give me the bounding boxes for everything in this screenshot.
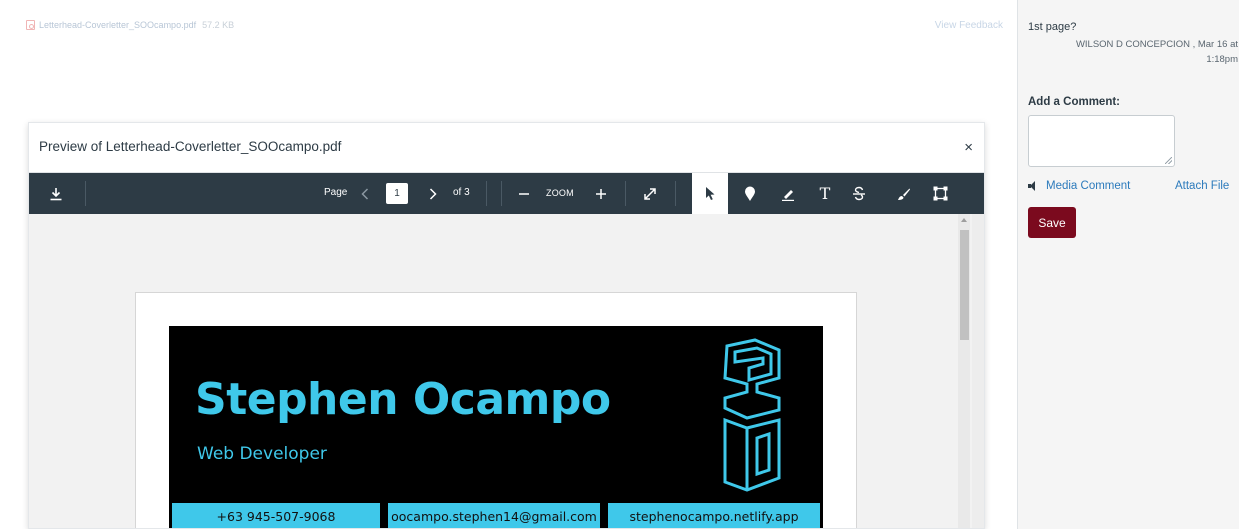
- highlight-pen-icon[interactable]: [779, 173, 797, 214]
- speaker-icon: [1028, 181, 1039, 191]
- toolbar-divider: [625, 181, 626, 206]
- so-logo-icon: [723, 338, 781, 492]
- toolbar-divider: [501, 181, 502, 206]
- outer-scrollbar[interactable]: [972, 214, 984, 528]
- expand-icon[interactable]: [641, 173, 659, 214]
- page-count: of 3: [453, 187, 470, 198]
- zoom-label: ZOOM: [546, 188, 574, 198]
- zoom-in-icon[interactable]: [594, 173, 608, 214]
- contact-phone: +63 945-507-9068: [172, 503, 380, 528]
- pdf-page: Stephen Ocampo Web Developer +63 945-507…: [135, 292, 857, 528]
- letterhead-banner: Stephen Ocampo Web Developer: [169, 326, 823, 500]
- comment-time: 1:18pm: [1206, 54, 1238, 65]
- contact-website: stephenocampo.netlify.app: [608, 503, 820, 528]
- preview-modal: Preview of Letterhead-Coverletter_SOOcam…: [28, 122, 985, 529]
- submission-file: Letterhead-Coverletter_SOOcampo.pdf 57.2…: [26, 20, 234, 30]
- pointer-icon: [706, 187, 715, 200]
- pdf-viewer: Stephen Ocampo Web Developer +63 945-507…: [29, 214, 984, 528]
- attach-file-link[interactable]: Attach File: [1175, 180, 1229, 192]
- file-name-link[interactable]: Letterhead-Coverletter_SOOcampo.pdf: [39, 20, 196, 30]
- modal-header: Preview of Letterhead-Coverletter_SOOcam…: [29, 123, 984, 173]
- page-label: Page: [324, 187, 348, 198]
- save-button[interactable]: Save: [1028, 207, 1076, 238]
- scroll-up-arrow-icon[interactable]: [961, 218, 967, 222]
- add-comment-label: Add a Comment:: [1028, 96, 1120, 108]
- comment-meta: WILSON D CONCEPCION , Mar 16 at 1:18pm: [1028, 37, 1238, 67]
- scrollbar-thumb[interactable]: [960, 230, 969, 340]
- media-comment-link[interactable]: Media Comment: [1046, 180, 1130, 192]
- text-icon[interactable]: T: [816, 173, 834, 214]
- chevron-right-icon[interactable]: [426, 173, 440, 214]
- strikethrough-icon[interactable]: [849, 173, 869, 214]
- view-feedback-link[interactable]: View Feedback: [935, 20, 1003, 31]
- toolbar-divider: [486, 181, 487, 206]
- modal-title: Preview of Letterhead-Coverletter_SOOcam…: [39, 139, 342, 154]
- letterhead-name: Stephen Ocampo: [195, 374, 611, 425]
- file-size: 57.2 KB: [202, 20, 235, 30]
- pointer-tool-button[interactable]: [692, 173, 728, 214]
- letterhead-role: Web Developer: [197, 444, 327, 464]
- pin-icon[interactable]: [741, 173, 759, 214]
- contact-email: oocampo.stephen14@gmail.com: [388, 503, 600, 528]
- toolbar-divider: [85, 181, 86, 206]
- pdf-toolbar: Page 1 of 3 ZOOM T: [29, 173, 984, 214]
- toolbar-divider: [675, 181, 676, 206]
- page-number-input[interactable]: 1: [386, 183, 408, 204]
- contact-row: +63 945-507-9068 oocampo.stephen14@gmail…: [169, 500, 823, 528]
- comment-text: 1st page?: [1028, 21, 1077, 33]
- close-icon[interactable]: ×: [964, 139, 973, 156]
- download-icon[interactable]: [47, 173, 65, 214]
- comment-actions: Media Comment Attach File: [1028, 180, 1239, 192]
- brush-icon[interactable]: [895, 173, 913, 214]
- comments-panel: 1st page? WILSON D CONCEPCION , Mar 16 a…: [1017, 0, 1239, 529]
- chevron-left-icon[interactable]: [358, 173, 372, 214]
- comment-author: WILSON D CONCEPCION , Mar 16 at: [1075, 39, 1238, 50]
- resize-grip-icon[interactable]: [1165, 157, 1172, 164]
- area-select-icon[interactable]: [931, 173, 949, 214]
- pdf-file-icon: [26, 20, 35, 30]
- zoom-out-icon[interactable]: [517, 173, 531, 214]
- comment-textarea[interactable]: [1028, 115, 1175, 167]
